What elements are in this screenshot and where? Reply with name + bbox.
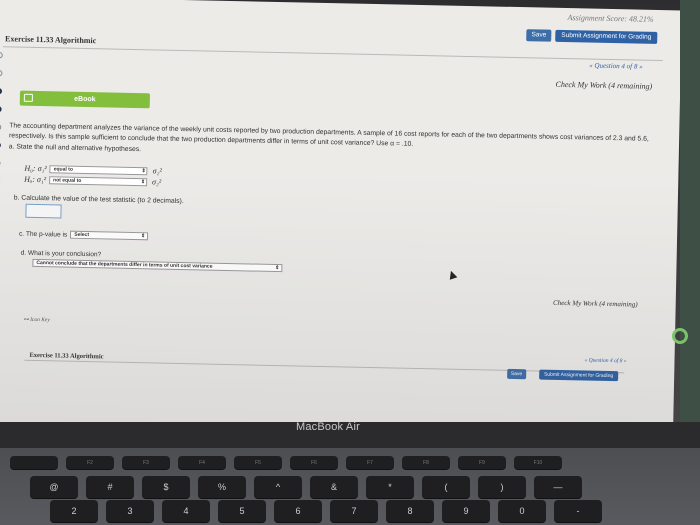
chevron-icon: ⇕	[141, 233, 146, 240]
progress-dot[interactable]	[0, 52, 3, 59]
book-icon	[23, 93, 33, 102]
submit-assignment-button[interactable]: Submit Assignment for Grading	[555, 29, 658, 44]
keyboard: F2 F3 F4 F5 F6 F7 F8 F9 F10 @ # $ % ^ & …	[0, 448, 700, 525]
part-c-row: c. The p-value is Select ⇕	[18, 230, 149, 241]
progress-dot[interactable]	[0, 106, 2, 113]
key: )	[478, 476, 526, 498]
key: 0	[498, 500, 546, 522]
green-ring-icon	[672, 328, 688, 344]
key: 4	[162, 500, 210, 522]
save-button[interactable]: Save	[526, 29, 552, 42]
key: %	[198, 476, 246, 498]
question-progress-dots	[0, 52, 7, 196]
progress-dot[interactable]	[0, 124, 2, 131]
divider	[24, 359, 625, 374]
progress-dot[interactable]	[0, 160, 1, 167]
check-my-work-link-bottom[interactable]: Check My Work (4 remaining)	[553, 299, 638, 309]
h0-select-value: equal to	[53, 165, 73, 173]
icon-key-label: Icon Key	[30, 316, 50, 324]
key: F10	[514, 456, 562, 469]
conclusion-select[interactable]: Cannot conclude that the departments dif…	[32, 258, 283, 273]
ebook-button[interactable]: eBook	[19, 90, 150, 109]
laptop-screen: Assignment Score: 48.21% Save Submit Ass…	[0, 0, 682, 443]
key: 5	[218, 500, 266, 522]
key: @	[30, 476, 78, 498]
key: F5	[234, 456, 282, 469]
test-statistic-input[interactable]	[25, 203, 62, 219]
key: (	[422, 476, 470, 498]
key: 7	[330, 500, 378, 522]
key: F4	[178, 456, 226, 469]
ha-relation-select[interactable]: not equal to ⇕	[48, 175, 148, 186]
number-key-row: @ # $ % ^ & * ( ) —	[30, 476, 582, 498]
photo-frame: Assignment Score: 48.21% Save Submit Ass…	[0, 0, 700, 525]
mouse-cursor-icon	[447, 269, 458, 280]
key: *	[366, 476, 414, 498]
desktop-sliver	[680, 0, 700, 430]
ha-lhs: Hₐ: σ₁²	[24, 174, 47, 185]
number-sub-row: 2 3 4 5 6 7 8 9 0 -	[50, 500, 602, 522]
chevron-icon: ⇕	[141, 167, 146, 174]
ha-rhs: σ₂²	[151, 177, 162, 187]
key: F8	[402, 456, 450, 469]
assignment-score: Assignment Score: 48.21%	[567, 13, 654, 24]
alt-hypothesis-row: Hₐ: σ₁² not equal to ⇕ σ₂²	[24, 174, 162, 188]
key: $	[142, 476, 190, 498]
submit-assignment-button-bottom[interactable]: Submit Assignment for Grading	[538, 369, 619, 382]
key: F9	[458, 456, 506, 469]
key: 9	[442, 500, 490, 522]
conclusion-select-value: Cannot conclude that the departments dif…	[36, 259, 213, 270]
part-d-label: d. What is your conclusion?	[20, 249, 102, 259]
key: #	[86, 476, 134, 498]
progress-dot[interactable]	[0, 70, 3, 77]
divider	[2, 46, 663, 62]
key: 2	[50, 500, 98, 522]
key: F6	[290, 456, 338, 469]
h0-lhs: H₀: σ₁²	[24, 163, 47, 174]
question-nav-bottom[interactable]: « Question 4 of 8 »	[584, 357, 626, 364]
h0-relation-select[interactable]: equal to ⇕	[49, 164, 148, 175]
key: 8	[386, 500, 434, 522]
progress-dot-current[interactable]	[0, 88, 3, 95]
key: F3	[122, 456, 170, 469]
chevron-icon: ⇕	[140, 178, 146, 185]
chevron-icon: ⇕	[275, 264, 280, 272]
key: 3	[106, 500, 154, 522]
hypotheses: H₀: σ₁² equal to ⇕ σ₂² Hₐ: σ₁² not equal …	[24, 163, 162, 188]
save-button-bottom[interactable]: Save	[506, 368, 527, 380]
key: -	[554, 500, 602, 522]
h0-rhs: σ₂²	[152, 166, 162, 176]
part-c-label: c. The p-value is	[18, 230, 68, 239]
check-my-work-link[interactable]: Check My Work (4 remaining)	[555, 80, 652, 91]
key: ^	[254, 476, 302, 498]
question-nav[interactable]: « Question 4 of 8 »	[589, 62, 643, 71]
key: &	[310, 476, 358, 498]
icon-key[interactable]: ⊶ Icon Key	[23, 317, 50, 324]
key: —	[534, 476, 582, 498]
top-bar: Assignment Score: 48.21% Save Submit Ass…	[0, 0, 682, 50]
key: F7	[346, 456, 394, 469]
p-value-select[interactable]: Select ⇕	[70, 230, 149, 241]
key: F2	[66, 456, 114, 469]
key: 6	[274, 500, 322, 522]
exercise-title: Exercise 11.33 Algorithmic	[5, 34, 97, 46]
part-a-label: a. State the null and alternative hypoth…	[8, 143, 142, 154]
progress-dot[interactable]	[0, 142, 1, 149]
brand-label: MacBook Air	[296, 421, 360, 433]
p-value-select-value: Select	[74, 231, 90, 239]
key	[10, 456, 58, 469]
function-key-row: F2 F3 F4 F5 F6 F7 F8 F9 F10	[10, 456, 562, 469]
ha-select-value: not equal to	[53, 176, 82, 184]
